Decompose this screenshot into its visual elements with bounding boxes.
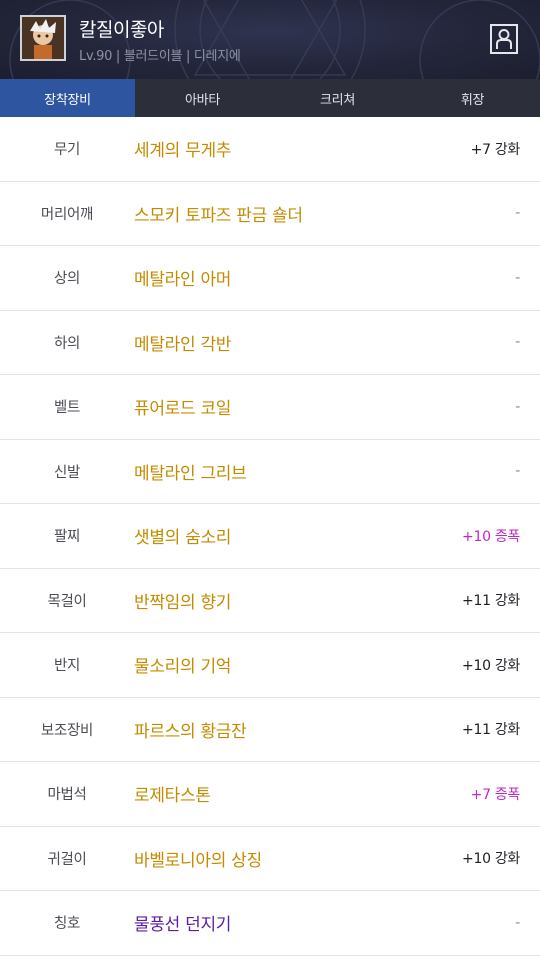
character-name: 칼질이좋아 <box>79 19 164 41</box>
slot-label: 마법석 <box>47 787 87 804</box>
tab-equipment[interactable]: 장착장비 <box>0 79 135 117</box>
enhance-value: +11 강화 <box>462 593 520 610</box>
slot-label: 목걸이 <box>47 593 87 610</box>
item-name[interactable]: 샛별의 숨소리 <box>134 523 430 548</box>
tab-avatar[interactable]: 아바타 <box>135 79 270 117</box>
equipment-row-weapon[interactable]: 무기 세계의 무게추 +7 강화 <box>0 117 540 182</box>
enhance-value: +7 강화 <box>470 141 521 158</box>
enhance-value: +10 증폭 <box>462 528 520 545</box>
equipment-row-top[interactable]: 상의 메탈라인 아머 - <box>0 246 540 311</box>
enhance-value: +10 강화 <box>462 657 520 674</box>
item-name[interactable]: 물소리의 기억 <box>134 652 430 677</box>
equipment-row-sub-equipment[interactable]: 보조장비 파르스의 황금잔 +11 강화 <box>0 698 540 762</box>
slot-label: 상의 <box>53 271 81 288</box>
slot-label: 귀걸이 <box>47 851 87 868</box>
slot-label: 팔찌 <box>53 529 81 546</box>
item-name[interactable]: 퓨어로드 코일 <box>134 394 430 419</box>
enhance-value: +10 강화 <box>462 851 520 868</box>
equipment-row-bottom[interactable]: 하의 메탈라인 각반 - <box>0 311 540 375</box>
item-name[interactable]: 물풍선 던지기 <box>134 910 430 935</box>
character-info: Lv.90 | 블러드이블 | 디레지에 <box>79 49 241 64</box>
character-portrait-icon <box>22 17 64 59</box>
person-icon <box>496 29 512 49</box>
slot-label: 무기 <box>53 142 81 159</box>
item-name[interactable]: 바벨로니아의 상징 <box>134 846 430 871</box>
enhance-value: - <box>515 463 520 480</box>
slot-label: 신발 <box>53 464 81 481</box>
item-name[interactable]: 파르스의 황금잔 <box>134 717 430 742</box>
equipment-row-shoulder[interactable]: 머리어깨 스모키 토파즈 판금 숄더 - <box>0 182 540 246</box>
character-avatar[interactable] <box>20 15 66 61</box>
slot-label: 하의 <box>53 335 81 352</box>
item-name[interactable]: 반짝임의 향기 <box>134 588 430 613</box>
enhance-value: - <box>515 269 520 286</box>
equipment-row-shoes[interactable]: 신발 메탈라인 그리브 - <box>0 440 540 504</box>
equipment-row-necklace[interactable]: 목걸이 반짝임의 향기 +11 강화 <box>0 569 540 633</box>
profile-button[interactable] <box>490 24 518 54</box>
tab-creature[interactable]: 크리쳐 <box>270 79 405 117</box>
enhance-value: +7 증폭 <box>470 786 521 803</box>
character-header: 칼질이좋아 Lv.90 | 블러드이블 | 디레지에 <box>0 0 540 79</box>
equipment-row-magic-stone[interactable]: 마법석 로제타스톤 +7 증폭 <box>0 762 540 827</box>
enhance-value: - <box>515 914 520 931</box>
slot-label: 벨트 <box>53 400 81 417</box>
item-name[interactable]: 스모키 토파즈 판금 숄더 <box>134 201 430 226</box>
enhance-value: +11 강화 <box>462 722 520 739</box>
slot-label: 머리어깨 <box>40 206 94 223</box>
item-name[interactable]: 로제타스톤 <box>134 781 430 806</box>
slot-label: 칭호 <box>53 916 81 933</box>
item-name[interactable]: 메탈라인 아머 <box>134 265 430 290</box>
enhance-value: - <box>515 334 520 351</box>
equipment-row-belt[interactable]: 벨트 퓨어로드 코일 - <box>0 375 540 440</box>
equipment-row-bracelet[interactable]: 팔찌 샛별의 숨소리 +10 증폭 <box>0 504 540 569</box>
item-name[interactable]: 세계의 무게추 <box>134 136 430 161</box>
item-name[interactable]: 메탈라인 그리브 <box>134 459 430 484</box>
enhance-value: - <box>515 398 520 415</box>
slot-label: 보조장비 <box>40 722 94 739</box>
equipment-row-title[interactable]: 칭호 물풍선 던지기 - <box>0 891 540 956</box>
tab-bar: 장착장비 아바타 크리쳐 휘장 <box>0 79 540 117</box>
equipment-row-ring[interactable]: 반지 물소리의 기억 +10 강화 <box>0 633 540 698</box>
slot-label: 반지 <box>53 658 81 675</box>
item-name[interactable]: 메탈라인 각반 <box>134 330 430 355</box>
equipment-row-earring[interactable]: 귀걸이 바벨로니아의 상징 +10 강화 <box>0 827 540 891</box>
tab-emblem[interactable]: 휘장 <box>405 79 540 117</box>
equipment-list: 무기 세계의 무게추 +7 강화 머리어깨 스모키 토파즈 판금 숄더 - 상의… <box>0 117 540 956</box>
enhance-value: - <box>515 205 520 222</box>
